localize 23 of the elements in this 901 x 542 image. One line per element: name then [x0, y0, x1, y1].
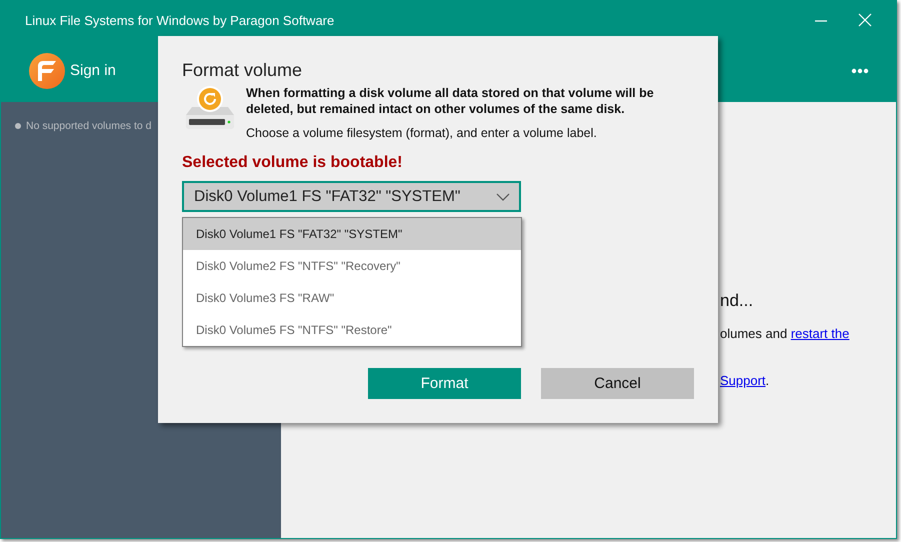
logo-icon: [29, 52, 65, 88]
instruction-text: Choose a volume filesystem (format), and enter a volume label.: [246, 126, 598, 140]
sidebar-item[interactable]: No supported volumes to d: [26, 120, 152, 132]
more-icon[interactable]: [851, 68, 869, 74]
heading-text: nd...: [720, 291, 754, 311]
bullet-icon: [15, 123, 21, 129]
support-link[interactable]: Support: [720, 373, 766, 388]
body-text: olumes and: [720, 326, 788, 341]
dropdown-option[interactable]: Disk0 Volume2 FS "NTFS" "Recovery": [183, 250, 521, 282]
dialog-title: Format volume: [182, 60, 304, 81]
restart-link[interactable]: restart the: [790, 326, 850, 341]
dropdown-option[interactable]: Disk0 Volume3 FS "RAW": [183, 282, 521, 314]
format-button[interactable]: Format: [368, 368, 521, 399]
bootable-warning-text: Selected volume is bootable!: [182, 154, 402, 172]
dropdown-option[interactable]: Disk0 Volume1 FS "FAT32" "SYSTEM": [183, 218, 521, 250]
window-title: Linux File Systems for Windows by Paragon Software: [25, 12, 334, 28]
close-icon[interactable]: [858, 13, 872, 27]
period-text: .: [766, 373, 770, 388]
warning-text: When formatting a disk volume all data stored on that volume will be deleted, but remained intact on other volumes of the same disk.: [246, 85, 655, 117]
cancel-button[interactable]: Cancel: [541, 368, 694, 399]
dropdown-option[interactable]: Disk0 Volume5 FS "NTFS" "Restore": [183, 314, 521, 346]
chevron-icon: [496, 192, 510, 200]
volume-dropdown[interactable]: Disk0 Volume1 FS "FAT32" "SYSTEM": [182, 181, 521, 212]
